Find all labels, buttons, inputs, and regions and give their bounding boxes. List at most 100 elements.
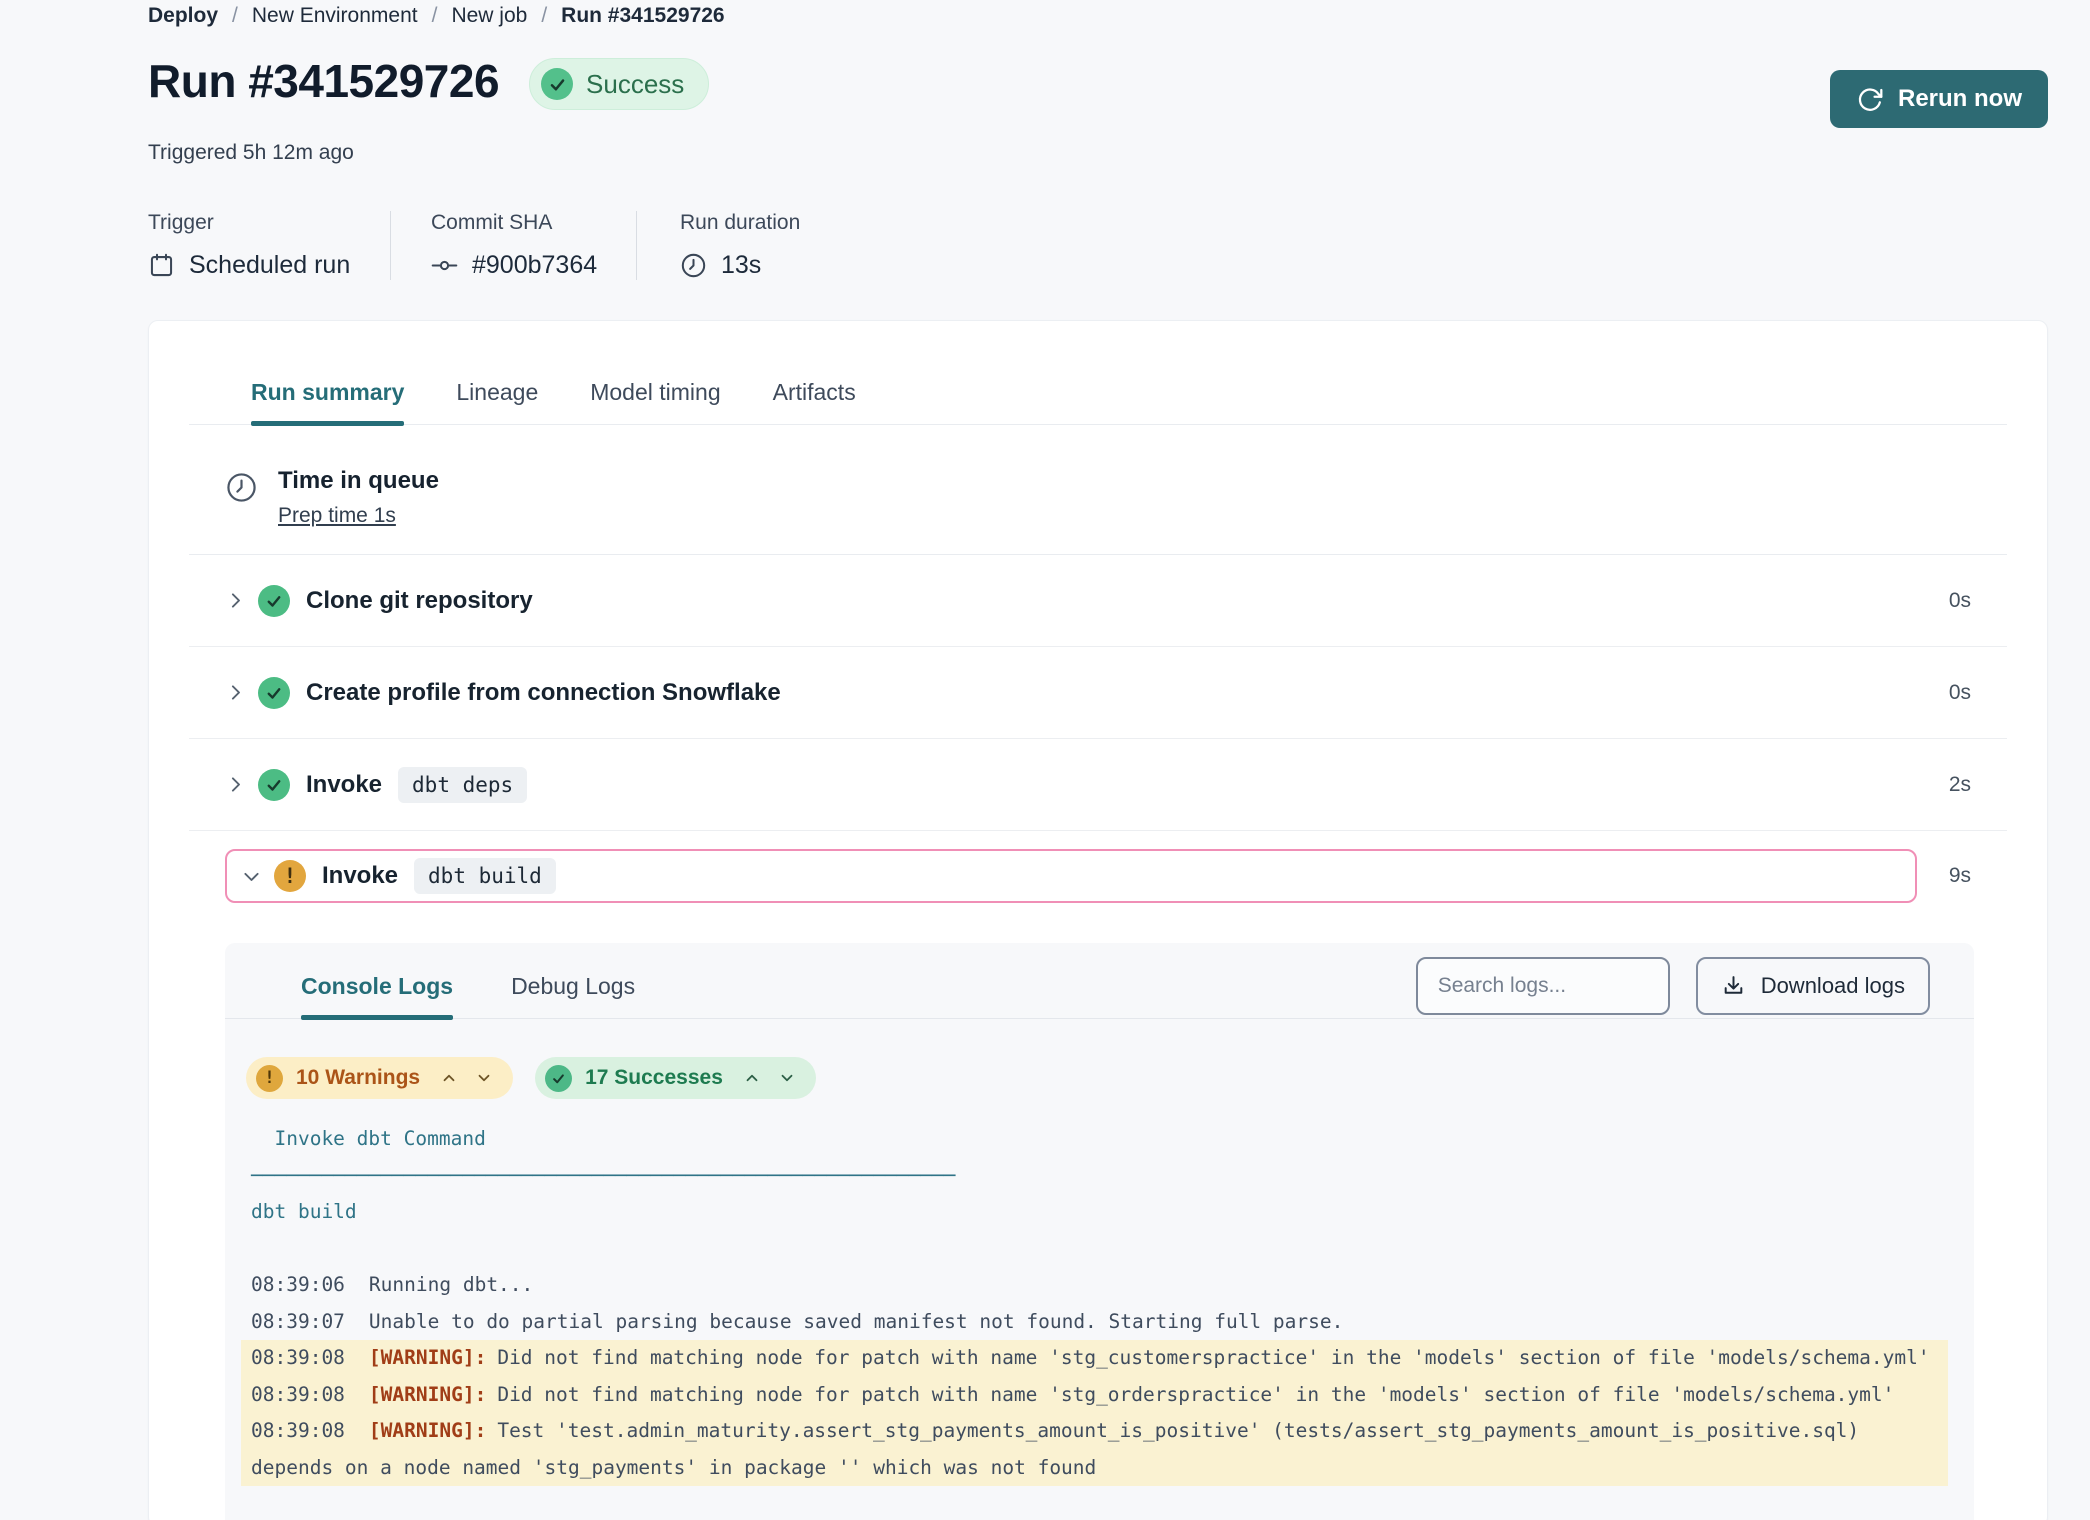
log-line-blank [241, 1231, 1948, 1268]
breadcrumb-job[interactable]: New job [451, 4, 527, 28]
successes-badge[interactable]: 17 Successes [535, 1057, 816, 1099]
run-tabs: Run summary Lineage Model timing Artifac… [189, 321, 2007, 425]
tab-debug-logs[interactable]: Debug Logs [511, 973, 635, 1018]
next-success-chevron-down-icon[interactable] [778, 1069, 796, 1087]
breadcrumb-current-run: Run #341529726 [561, 4, 724, 28]
trigger-label: Trigger [148, 211, 390, 235]
console-log-output: Invoke dbt Command ─────────────────────… [225, 1121, 1974, 1486]
logs-panel: Console Logs Debug Logs Download logs ! … [225, 943, 1974, 1520]
chevron-down-icon[interactable] [241, 866, 262, 887]
breadcrumb-separator: / [541, 4, 547, 28]
search-logs-input[interactable] [1416, 957, 1670, 1015]
step-clone-git-repository[interactable]: Clone git repository 0s [189, 555, 2007, 647]
prep-time-link[interactable]: Prep time 1s [278, 504, 396, 528]
step-invoke-dbt-deps[interactable]: Invoke dbt deps 2s [189, 739, 2007, 831]
log-timestamp: 08:39:08 [251, 1383, 345, 1406]
log-line-warning: 08:39:08 [WARNING]: Did not find matching … [241, 1377, 1948, 1414]
status-badge: Success [529, 58, 709, 110]
git-commit-icon [431, 252, 458, 279]
success-check-icon [258, 585, 290, 617]
time-in-queue-section: Time in queue Prep time 1s [149, 425, 2047, 528]
log-timestamp: 08:39:08 [251, 1346, 345, 1369]
clock-icon [680, 252, 707, 279]
chevron-right-icon[interactable] [225, 682, 246, 703]
step-invoke-dbt-build-row: ! Invoke dbt build 9s [189, 849, 2007, 903]
step-label: Create profile from connection Snowflake [306, 679, 781, 707]
tab-run-summary[interactable]: Run summary [251, 379, 404, 424]
run-duration-value: 13s [721, 251, 761, 280]
successes-badge-label: 17 Successes [585, 1066, 723, 1090]
log-line-warning: 08:39:08 [WARNING]: Did not find matching … [241, 1340, 1948, 1377]
breadcrumb-deploy[interactable]: Deploy [148, 4, 218, 28]
logs-tabs: Console Logs Debug Logs [225, 943, 635, 1018]
warning-icon: ! [274, 860, 306, 892]
step-duration: 9s [1935, 864, 1971, 888]
breadcrumb: Deploy / New Environment / New job / Run… [148, 4, 2048, 28]
next-warning-chevron-down-icon[interactable] [475, 1069, 493, 1087]
breadcrumb-separator: / [232, 4, 238, 28]
success-check-icon [545, 1065, 572, 1092]
step-label: Clone git repository [306, 587, 533, 615]
step-command-code: dbt deps [398, 767, 527, 803]
warning-tag: [WARNING]: [369, 1383, 486, 1406]
download-logs-button[interactable]: Download logs [1696, 957, 1930, 1015]
step-duration: 2s [1949, 773, 1971, 797]
check-circle-icon [541, 68, 573, 100]
step-duration: 0s [1949, 681, 1971, 705]
log-timestamp: 08:39:07 [251, 1310, 345, 1333]
success-check-icon [258, 769, 290, 801]
breadcrumb-environment[interactable]: New Environment [252, 4, 418, 28]
refresh-icon [1856, 86, 1883, 113]
log-message: Test 'test.admin_maturity.assert_stg_pay… [251, 1419, 1871, 1479]
success-check-icon [258, 677, 290, 709]
page-header: Deploy / New Environment / New job / Run… [0, 0, 2090, 280]
warnings-badge-label: 10 Warnings [296, 1066, 420, 1090]
time-in-queue-title: Time in queue [278, 467, 439, 495]
tab-model-timing[interactable]: Model timing [590, 379, 720, 424]
step-label: Invoke [322, 862, 398, 890]
log-line-separator: ────────────────────────────────────────… [241, 1158, 1948, 1195]
step-command-code: dbt build [414, 858, 556, 894]
run-duration-label: Run duration [680, 211, 800, 235]
log-message: Did not find matching node for patch wit… [497, 1383, 1894, 1406]
step-duration: 0s [1949, 589, 1971, 613]
step-invoke-dbt-build[interactable]: ! Invoke dbt build [225, 849, 1917, 903]
run-meta: Trigger Scheduled run Commit SHA #900b73… [148, 211, 2048, 280]
step-create-profile-snowflake[interactable]: Create profile from connection Snowflake… [189, 647, 2007, 739]
triggered-timestamp: Triggered 5h 12m ago [148, 141, 2048, 165]
log-line: 08:39:06 Running dbt... [241, 1267, 1948, 1304]
page-title: Run #341529726 [148, 54, 499, 108]
trigger-value: Scheduled run [189, 251, 350, 280]
log-filter-badges: ! 10 Warnings 17 Successes [225, 1019, 1974, 1099]
commit-sha-value: #900b7364 [472, 251, 597, 280]
log-timestamp: 08:39:08 [251, 1419, 345, 1442]
run-summary-card: Run summary Lineage Model timing Artifac… [148, 320, 2048, 1520]
previous-success-chevron-up-icon[interactable] [743, 1069, 761, 1087]
log-line: Invoke dbt Command [241, 1121, 1948, 1158]
warning-tag: [WARNING]: [369, 1419, 486, 1442]
tab-console-logs[interactable]: Console Logs [301, 973, 453, 1018]
log-message: Unable to do partial parsing because sav… [369, 1310, 1343, 1333]
breadcrumb-separator: / [432, 4, 438, 28]
clock-icon [225, 467, 258, 528]
calendar-icon [148, 252, 175, 279]
log-line: 08:39:07 Unable to do partial parsing bec… [241, 1304, 1948, 1341]
previous-warning-chevron-up-icon[interactable] [440, 1069, 458, 1087]
log-message: Running dbt... [369, 1273, 533, 1296]
rerun-now-button[interactable]: Rerun now [1830, 70, 2048, 128]
chevron-right-icon[interactable] [225, 774, 246, 795]
step-label: Invoke [306, 771, 382, 799]
tab-lineage[interactable]: Lineage [456, 379, 538, 424]
download-logs-label: Download logs [1761, 973, 1905, 999]
status-badge-label: Success [586, 69, 684, 100]
chevron-right-icon[interactable] [225, 590, 246, 611]
download-icon [1721, 974, 1746, 999]
log-timestamp: 08:39:06 [251, 1273, 345, 1296]
log-line-warning: 08:39:08 [WARNING]:Test 'test.admin_matur… [241, 1413, 1948, 1486]
warning-icon: ! [256, 1065, 283, 1092]
log-message: Did not find matching node for patch wit… [497, 1346, 1929, 1369]
commit-sha-label: Commit SHA [431, 211, 636, 235]
warning-tag: [WARNING]: [369, 1346, 486, 1369]
tab-artifacts[interactable]: Artifacts [773, 379, 856, 424]
warnings-badge[interactable]: ! 10 Warnings [246, 1057, 513, 1099]
